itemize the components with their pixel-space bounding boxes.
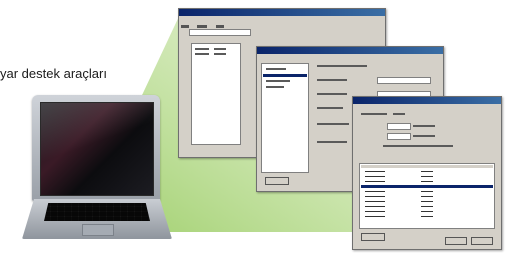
table-row[interactable] (361, 205, 493, 208)
window-front (352, 96, 502, 250)
table-row[interactable] (361, 215, 493, 218)
list-item[interactable] (214, 48, 226, 50)
table-row-selected[interactable] (361, 185, 493, 188)
table-row[interactable] (361, 200, 493, 203)
laptop-screen (40, 102, 154, 196)
tab-field[interactable] (189, 29, 251, 36)
menubar (179, 16, 385, 28)
menu-item[interactable] (197, 25, 208, 28)
table-row[interactable] (361, 180, 493, 183)
field-label (317, 123, 349, 125)
tree-item[interactable] (266, 86, 284, 88)
tree-item[interactable] (266, 68, 286, 70)
tree-item-selected[interactable] (263, 74, 307, 77)
ok-button[interactable] (445, 237, 467, 245)
input-field[interactable] (377, 77, 431, 84)
field-label (317, 79, 347, 81)
titlebar[interactable] (179, 9, 385, 16)
dialog-button[interactable] (361, 233, 385, 241)
table-row[interactable] (361, 170, 493, 173)
tree-panel[interactable] (261, 63, 309, 173)
menu-item[interactable] (215, 25, 224, 28)
field-label (317, 141, 347, 143)
table-row[interactable] (361, 195, 493, 198)
list-item[interactable] (195, 53, 209, 55)
field-label (413, 125, 435, 127)
tree-item[interactable] (266, 80, 290, 82)
cancel-button[interactable] (471, 237, 493, 245)
laptop-lid (32, 95, 160, 201)
table-row[interactable] (361, 175, 493, 178)
laptop-icon (22, 95, 172, 245)
field-label (413, 135, 435, 137)
list-item[interactable] (195, 48, 209, 50)
group-label (317, 65, 367, 67)
field-label (361, 113, 387, 115)
list-item[interactable] (214, 53, 226, 55)
input-field[interactable] (387, 133, 411, 140)
field-label (393, 113, 405, 115)
list-panel[interactable] (191, 43, 241, 145)
titlebar[interactable] (353, 97, 501, 104)
data-table[interactable] (359, 163, 495, 229)
field-label (317, 93, 347, 95)
table-header-row (361, 165, 493, 168)
table-row[interactable] (361, 190, 493, 193)
field-label (317, 107, 343, 109)
laptop-keyboard (44, 203, 150, 221)
dialog-button[interactable] (265, 177, 289, 185)
input-field[interactable] (387, 123, 411, 130)
laptop-touchpad (82, 224, 114, 236)
menu-item[interactable] (181, 25, 189, 28)
table-row[interactable] (361, 210, 493, 213)
field-label (383, 145, 453, 147)
titlebar[interactable] (257, 47, 443, 54)
